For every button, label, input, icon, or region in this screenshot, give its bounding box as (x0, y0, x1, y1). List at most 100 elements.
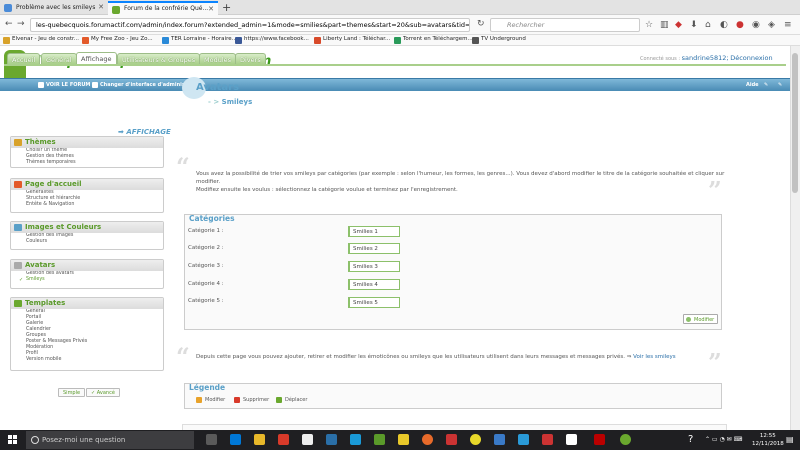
app-icon-6[interactable] (566, 434, 577, 445)
bookmarks-bar: Elvenar - Jeu de constr... My Free Zoo -… (0, 35, 800, 46)
app-icon-2[interactable] (374, 434, 385, 445)
tab-utilisateurs-groupes[interactable]: Utilisateurs & Groupes (117, 53, 201, 64)
help-icon[interactable]: ? (688, 434, 693, 445)
sidebar-item-selected[interactable]: Smileys (11, 277, 163, 283)
category-input[interactable]: Smilies 1 (348, 226, 400, 237)
tray-icons[interactable]: ⌃ ▭ ◔ ✉ ⌨ (705, 436, 742, 443)
category-input[interactable]: Smilies 5 (348, 297, 400, 308)
tab-modules[interactable]: Modules (199, 53, 237, 64)
library-icon[interactable]: ▥ (660, 20, 669, 30)
bookmark-item[interactable]: Liberty Land : Téléchar... (314, 36, 390, 44)
windows-start-icon[interactable] (8, 435, 18, 445)
url-bar[interactable]: les-quebecquois.forumactif.com/admin/ind… (30, 18, 470, 32)
move-icon (276, 397, 282, 403)
quote-open-icon-2: “ (176, 342, 190, 371)
themes-icon (14, 139, 22, 146)
sidebar-item[interactable]: Thèmes temporaires (11, 160, 163, 166)
category-input[interactable]: Smilies 4 (348, 279, 400, 290)
tool-icon-2[interactable]: ✎ (778, 82, 782, 88)
tab-divers[interactable]: Divers (235, 53, 266, 64)
extension-icon[interactable]: ◉ (752, 20, 760, 30)
panel-avatars: Avatars Gestion des avatars Smileys (10, 259, 164, 289)
vlc-icon[interactable] (398, 434, 409, 445)
adblock-icon[interactable]: ● (736, 20, 744, 30)
tool-icon[interactable]: ✎ (764, 82, 768, 88)
bookmark-item[interactable]: TV Underground (472, 36, 526, 44)
app-icon-3[interactable] (446, 434, 457, 445)
simple-button[interactable]: Simple (58, 388, 86, 397)
navigation-bar: ← → les-quebecquois.forumactif.com/admin… (0, 15, 800, 35)
close-app-icon[interactable] (542, 434, 553, 445)
new-tab-icon[interactable]: + (222, 1, 231, 14)
admin-top-bar: VOIR LE FORUM Changer d'interface d'admi… (0, 78, 790, 91)
close-tab-icon[interactable]: ✕ (208, 5, 214, 13)
home-page-icon (14, 181, 22, 188)
categories-fieldset: Catégories (184, 214, 722, 330)
pocket-icon[interactable]: ◆ (675, 20, 682, 30)
legende-fieldset: Légende (184, 383, 722, 409)
shield-icon[interactable]: ◈ (768, 20, 775, 30)
username-link[interactable]: sandrine5812 (682, 54, 727, 62)
view-forum-link[interactable]: VOIR LE FORUM (38, 82, 90, 88)
logout-link[interactable]: Déconnexion (730, 54, 772, 62)
browser-tab-2[interactable]: Forum de la confrérie Qué... ✕ (108, 1, 218, 15)
scrollbar-thumb[interactable] (792, 53, 798, 193)
delete-icon (234, 397, 240, 403)
firefox-icon[interactable] (422, 434, 433, 445)
legende-title: Légende (189, 383, 226, 392)
panel-accueil: Page d'accueil Généralités Structure et … (10, 178, 164, 213)
modifier-icon (686, 317, 691, 322)
browser-tab-1[interactable]: Problème avec les smileys ✕ (0, 1, 108, 15)
category-label: Catégorie 5 : (188, 298, 224, 304)
taskbar-search[interactable]: Posez-moi une question (26, 431, 194, 449)
category-label: Catégorie 2 : (188, 245, 224, 251)
bookmark-star-icon[interactable]: ☆ (645, 20, 653, 30)
home-icon[interactable]: ⌂ (705, 20, 711, 30)
download-icon[interactable]: ⬇ (690, 20, 698, 30)
connected-info: Connecté sous : sandrine5812; Déconnexio… (640, 54, 773, 62)
file-explorer-icon[interactable] (254, 434, 265, 445)
forward-icon[interactable]: → (17, 19, 25, 29)
sidebar-item[interactable]: Entête & Navigation (11, 202, 163, 208)
favicon-icon (112, 6, 120, 14)
windows-taskbar: Posez-moi une question ? ⌃ ▭ ◔ ✉ ⌨ 12:55… (0, 430, 800, 450)
legend-modifier: Modifier (196, 397, 225, 403)
avance-button[interactable]: ✓ Avancé (86, 388, 120, 397)
sync-icon[interactable]: ◐ (720, 20, 728, 30)
search-input[interactable]: Rechercher (490, 18, 640, 32)
bookmark-item[interactable]: https://www.facebook... (235, 36, 309, 44)
edge-icon[interactable] (230, 434, 241, 445)
tab-general[interactable]: Général (41, 53, 77, 64)
bookmark-item[interactable]: Elvenar - Jeu de constr... (3, 36, 79, 44)
back-icon[interactable]: ← (5, 19, 13, 29)
netflix-icon[interactable] (594, 434, 605, 445)
app-icon[interactable] (278, 434, 289, 445)
skype-icon[interactable] (350, 434, 361, 445)
notifications-icon[interactable]: ▤ (786, 435, 794, 444)
close-tab-icon[interactable]: ✕ (98, 3, 104, 11)
category-input[interactable]: Smilies 2 (348, 243, 400, 254)
system-clock[interactable]: 12:55 12/11/2018 (752, 432, 784, 448)
app-icon-5[interactable] (518, 434, 529, 445)
forum-app-icon[interactable] (620, 434, 631, 445)
emoji-icon[interactable] (470, 434, 481, 445)
sidebar-item[interactable]: Version mobile (11, 357, 163, 363)
reload-icon[interactable]: ↻ (477, 19, 485, 29)
description-text: Vous avez la possibilité de trier vos sm… (196, 171, 725, 193)
mail-icon[interactable] (326, 434, 337, 445)
quote-open-icon: “ (176, 152, 190, 181)
store-icon[interactable] (302, 434, 313, 445)
bookmark-item[interactable]: Torrent en Téléchargem... (394, 36, 473, 44)
aide-link[interactable]: Aide (746, 82, 759, 88)
app-icon-4[interactable] (494, 434, 505, 445)
modifier-button[interactable]: Modifier (683, 314, 719, 324)
sidebar-item[interactable]: Couleurs (11, 239, 163, 245)
category-label: Catégorie 3 : (188, 263, 224, 269)
menu-icon[interactable]: ≡ (784, 20, 792, 30)
task-view-icon[interactable] (206, 434, 217, 445)
voir-smileys-link[interactable]: Voir les smileys (633, 354, 676, 360)
bookmark-item[interactable]: My Free Zoo - Jeu Zo... (82, 36, 153, 44)
tab-accueil[interactable]: Accueil (7, 53, 41, 64)
category-input[interactable]: Smilies 3 (348, 261, 400, 272)
bookmark-item[interactable]: TER Lorraine - Horaire... (162, 36, 237, 44)
